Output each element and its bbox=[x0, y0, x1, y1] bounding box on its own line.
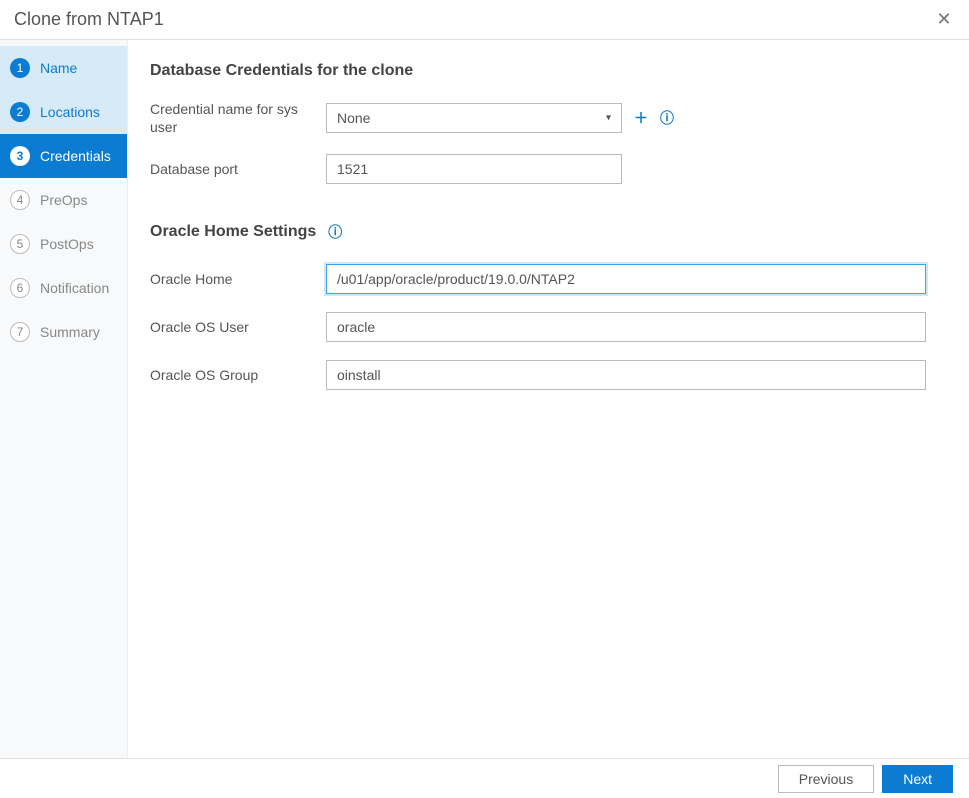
dialog-header: Clone from NTAP1 ✕ bbox=[0, 0, 969, 40]
previous-button[interactable]: Previous bbox=[778, 765, 874, 793]
step-notification[interactable]: 6 Notification bbox=[0, 266, 127, 310]
wizard-sidebar: 1 Name 2 Locations 3 Credentials 4 PreOp… bbox=[0, 40, 128, 758]
row-oracle-os-user: Oracle OS User bbox=[150, 312, 949, 342]
next-button[interactable]: Next bbox=[882, 765, 953, 793]
step-summary[interactable]: 7 Summary bbox=[0, 310, 127, 354]
step-number-badge: 5 bbox=[10, 234, 30, 254]
step-label: Summary bbox=[40, 324, 100, 340]
credential-name-label: Credential name for sys user bbox=[150, 100, 326, 136]
oracle-os-group-input[interactable] bbox=[326, 360, 926, 390]
step-label: Notification bbox=[40, 280, 109, 296]
credential-name-value: None bbox=[337, 110, 370, 126]
step-name[interactable]: 1 Name bbox=[0, 46, 127, 90]
step-label: Name bbox=[40, 60, 77, 76]
info-icon[interactable]: ⓘ bbox=[660, 108, 674, 128]
info-icon[interactable]: ⓘ bbox=[328, 222, 342, 242]
database-port-input[interactable] bbox=[326, 154, 622, 184]
main-content: Database Credentials for the clone Crede… bbox=[128, 40, 969, 758]
close-button[interactable]: ✕ bbox=[933, 9, 955, 31]
step-number-badge: 2 bbox=[10, 102, 30, 122]
add-credential-icon[interactable]: ＋ bbox=[634, 108, 648, 128]
step-label: PostOps bbox=[40, 236, 94, 252]
section-db-credentials-heading: Database Credentials for the clone bbox=[150, 62, 949, 80]
caret-down-icon: ▾ bbox=[606, 113, 611, 124]
oracle-os-group-label: Oracle OS Group bbox=[150, 366, 326, 384]
step-number-badge: 6 bbox=[10, 278, 30, 298]
oracle-os-user-label: Oracle OS User bbox=[150, 318, 326, 336]
row-oracle-os-group: Oracle OS Group bbox=[150, 360, 949, 390]
step-number-badge: 1 bbox=[10, 58, 30, 78]
row-credential-name: Credential name for sys user None ▾ ＋ ⓘ bbox=[150, 100, 949, 136]
oracle-os-user-input[interactable] bbox=[326, 312, 926, 342]
oracle-home-input[interactable] bbox=[326, 264, 926, 294]
step-number-badge: 3 bbox=[10, 146, 30, 166]
oracle-home-label: Oracle Home bbox=[150, 270, 326, 288]
dialog-footer: Previous Next bbox=[0, 758, 969, 798]
credential-name-select[interactable]: None ▾ bbox=[326, 103, 622, 133]
section-oracle-home-heading: Oracle Home Settings bbox=[150, 223, 316, 241]
step-number-badge: 7 bbox=[10, 322, 30, 342]
close-icon: ✕ bbox=[936, 9, 951, 30]
step-preops[interactable]: 4 PreOps bbox=[0, 178, 127, 222]
step-credentials[interactable]: 3 Credentials bbox=[0, 134, 127, 178]
database-port-label: Database port bbox=[150, 160, 326, 178]
row-oracle-home: Oracle Home bbox=[150, 264, 949, 294]
dialog-body: 1 Name 2 Locations 3 Credentials 4 PreOp… bbox=[0, 40, 969, 758]
step-label: PreOps bbox=[40, 192, 87, 208]
row-database-port: Database port bbox=[150, 154, 949, 184]
step-label: Locations bbox=[40, 104, 100, 120]
step-locations[interactable]: 2 Locations bbox=[0, 90, 127, 134]
step-label: Credentials bbox=[40, 148, 111, 164]
step-postops[interactable]: 5 PostOps bbox=[0, 222, 127, 266]
step-number-badge: 4 bbox=[10, 190, 30, 210]
dialog-title: Clone from NTAP1 bbox=[14, 9, 164, 30]
